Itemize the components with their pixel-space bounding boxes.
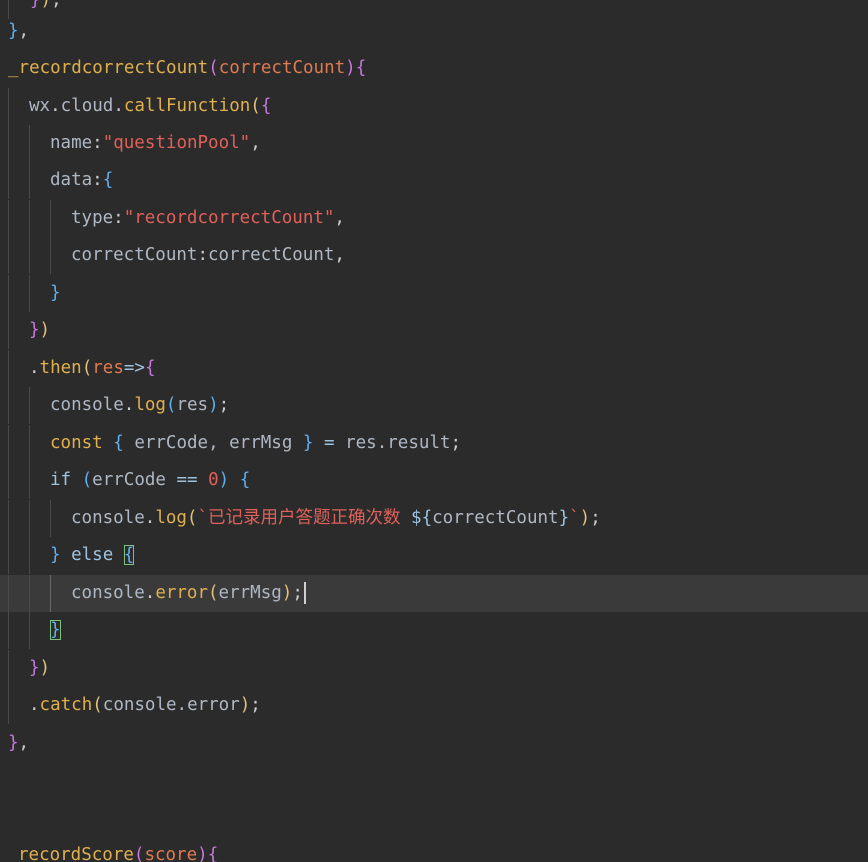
indent-guide [29, 537, 30, 574]
code-line: .catch(console.error); [0, 687, 868, 724]
code-line: correctCount:correctCount, [0, 237, 868, 274]
indent-guide [50, 237, 51, 274]
text-cursor [303, 582, 306, 604]
bracket-match-highlight: } [50, 620, 61, 640]
indent-guide [8, 500, 9, 537]
indent-guide [8, 125, 9, 162]
indent-guide [8, 425, 9, 462]
code-line: }) [0, 650, 868, 687]
indent-guide-active [50, 575, 51, 612]
code-line: const { errCode, errMsg } = res.result; [0, 425, 868, 462]
indent-guide [29, 425, 30, 462]
function-name: _recordcorrectCount [8, 58, 209, 78]
indent-guide [8, 462, 9, 499]
indent-guide [8, 537, 9, 574]
indent-guide [29, 275, 30, 312]
indent-guide [8, 275, 9, 312]
indent-guide [29, 500, 30, 537]
code-line-current: console.error(errMsg); [0, 575, 868, 612]
indent-guide [8, 350, 9, 387]
code-line: console.log(`已记录用户答题正确次数 ${correctCount}… [0, 500, 868, 537]
indent-guide [8, 200, 9, 237]
code-line: if (errCode == 0) { [0, 462, 868, 499]
indent-guide [29, 200, 30, 237]
indent-guide [29, 612, 30, 649]
indent-guide [29, 575, 30, 612]
code-line: data:{ [0, 162, 868, 199]
indent-guide [8, 612, 9, 649]
code-line: }, [8, 733, 30, 753]
code-line: console.log(res); [0, 387, 868, 424]
code-line: type:"recordcorrectCount", [0, 200, 868, 237]
code-line: } else { [0, 537, 868, 574]
function-param: correctCount [218, 58, 346, 78]
code-line: }, [8, 21, 30, 41]
bracket-match-highlight: { [123, 545, 135, 565]
indent-guide [8, 162, 9, 199]
indent-guide [50, 200, 51, 237]
code-line: } [0, 612, 868, 649]
indent-guide [8, 687, 9, 724]
indent-guide [8, 237, 9, 274]
indent-guide [29, 125, 30, 162]
indent-guide [29, 162, 30, 199]
indent-guide [29, 237, 30, 274]
indent-guide [29, 387, 30, 424]
indent-guide [8, 88, 9, 125]
code-line: recordScore(score){ [18, 845, 219, 862]
indent-guide [8, 650, 9, 687]
indent-guide [8, 575, 9, 612]
indent-guide [50, 500, 51, 537]
indent-guide [29, 462, 30, 499]
code-line: } [0, 275, 868, 312]
code-line: _recordcorrectCount(correctCount){ [8, 58, 367, 78]
indent-guide [8, 387, 9, 424]
indent-guide [8, 312, 9, 349]
code-line: wx.cloud.callFunction({ [0, 88, 868, 125]
code-editor[interactable]: }), }, _recordcorrectCount(correctCount)… [0, 0, 868, 862]
code-line: }) [0, 312, 868, 349]
code-line: .then(res=>{ [0, 350, 868, 387]
code-line: name:"questionPool", [0, 125, 868, 162]
